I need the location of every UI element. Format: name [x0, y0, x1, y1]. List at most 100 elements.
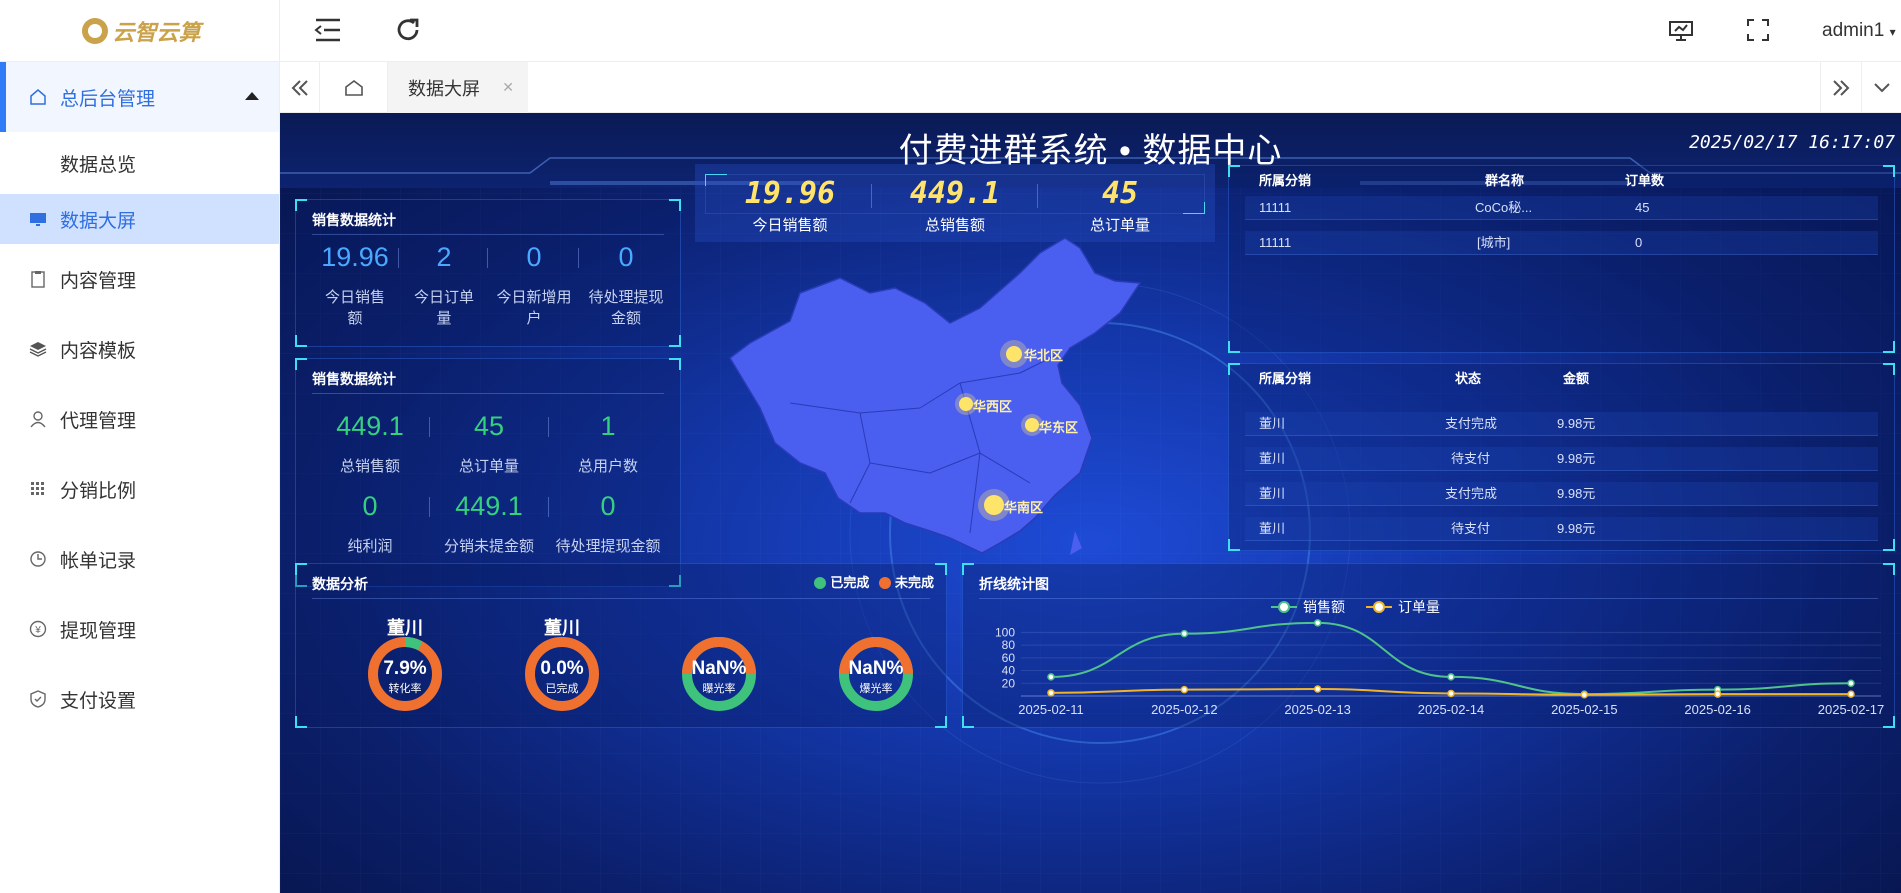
tab-label: 数据大屏 [408, 78, 480, 99]
x-tick-label: 2025-02-14 [1418, 702, 1485, 717]
legend-item[interactable]: 销售额 [1271, 599, 1345, 615]
center-total-orders: 45 总订单量 [1089, 176, 1150, 234]
sidebar-item-bills[interactable]: 帐单记录 [0, 524, 279, 594]
svg-text:¥: ¥ [34, 625, 41, 636]
logo[interactable]: 云智云算 [0, 0, 279, 62]
menu-fold-icon[interactable] [314, 18, 342, 47]
region-label-east: 华东区 [1039, 420, 1079, 435]
legend-item[interactable]: 订单量 [1366, 599, 1440, 615]
region-label-north: 华北区 [1024, 348, 1064, 363]
legend-marker [1278, 601, 1290, 613]
ring-value: 7.9% [383, 658, 427, 679]
x-tick-label: 2025-02-13 [1284, 702, 1351, 717]
screen-time: 2025/02/17 16:17:07 [1689, 132, 1895, 153]
sidebar-item-label: 提现管理 [60, 620, 137, 642]
data-point [1047, 673, 1055, 681]
home-tab-icon[interactable] [320, 62, 388, 113]
table-row: 董川 支付完成 9.98元 [1245, 482, 1878, 506]
region-label-south: 华南区 [1004, 500, 1044, 515]
refresh-icon[interactable] [394, 16, 422, 49]
x-tick-label: 2025-02-12 [1151, 702, 1218, 717]
center-stats-bar: 19.96 今日销售额 449.1 总销售额 45 总订单量 [695, 164, 1215, 242]
chevron-up-icon [245, 92, 259, 100]
sidebar-item-template[interactable]: 内容模板 [0, 314, 279, 384]
tabs-scroll-right-icon[interactable] [1820, 62, 1861, 113]
tab-data-screen[interactable]: 数据大屏 ✕ [388, 62, 528, 113]
sidebar-item-label: 内容管理 [60, 270, 137, 292]
tabs-scroll-left-icon[interactable] [280, 62, 320, 113]
sidebar-item-data-overview[interactable]: 数据总览 [0, 132, 279, 194]
top-bar: admin1 ▾ [280, 0, 1901, 62]
data-point [1847, 679, 1855, 688]
grid-icon [28, 479, 48, 499]
tabs-dropdown-icon[interactable] [1861, 62, 1901, 113]
line-chart-panel: 折线统计图 20 40 60 80 100 2025-02-11 2025-02-12 202… [962, 563, 1895, 728]
logo-icon [82, 17, 109, 44]
total-sales-stat: 449.1 总销售额 [336, 411, 404, 475]
user-menu[interactable]: admin1 ▾ [1822, 20, 1896, 42]
sidebar-item-agent[interactable]: 代理管理 [0, 384, 279, 454]
sidebar-item-label: 数据大屏 [60, 210, 137, 232]
table-header: 所属分销 状态 金额 [1259, 371, 1590, 386]
table-row: 董川 支付完成 9.98元 [1245, 412, 1878, 436]
screen-icon[interactable] [1668, 20, 1694, 47]
payment-status-table: 所属分销 状态 金额 董川 支付完成 9.98元 董川 待支付 9.98元 董川… [1228, 363, 1895, 551]
sidebar-item-label: 分销比例 [60, 480, 137, 502]
monitor-icon [28, 209, 48, 229]
sidebar-item-payment[interactable]: 支付设置 [0, 664, 279, 734]
center-total-sales: 449.1 总销售额 [909, 176, 1001, 234]
sidebar-item-label: 内容模板 [60, 340, 137, 362]
total-users-stat: 1 总用户数 [577, 411, 638, 475]
legend-marker [1373, 601, 1385, 613]
legend-label: 订单量 [1398, 599, 1440, 615]
data-point [1580, 690, 1589, 699]
panel-title: 销售数据统计 [312, 371, 396, 387]
region-label-west: 华西区 [973, 399, 1013, 414]
sidebar-item-admin[interactable]: 总后台管理 [0, 62, 279, 132]
ring-name: 董川 [544, 618, 580, 638]
sidebar-item-label: 数据总览 [60, 154, 137, 176]
logo-text: 云智云算 [112, 19, 201, 46]
data-point [1180, 685, 1189, 694]
layers-icon [28, 339, 48, 359]
today-new-users-stat: 0 今日新增用户 [496, 242, 572, 327]
close-icon[interactable]: ✕ [502, 79, 514, 96]
data-point [1847, 690, 1855, 698]
today-orders-stat: 2 今日订单量 [413, 242, 474, 327]
x-tick-label: 2025-02-16 [1684, 702, 1751, 717]
table-row: 11111 [城市] 0 [1245, 231, 1878, 255]
fullscreen-icon[interactable] [1746, 18, 1770, 47]
sidebar-item-data-screen[interactable]: 数据大屏 [0, 194, 279, 244]
ring-value: 0.0% [540, 658, 584, 679]
ring-name: 董川 [387, 618, 423, 638]
x-tick-label: 2025-02-17 [1818, 702, 1885, 717]
data-point [1713, 690, 1722, 698]
line-chart: 20406080100 2025-02-11 2025-02-12 2025-02-1… [995, 599, 1885, 717]
ring-caption: 爆光率 [859, 683, 893, 695]
ring-caption: 已完成 [545, 683, 579, 695]
ring-caption: 曝光率 [702, 683, 736, 695]
total-orders-stat: 45 总订单量 [458, 411, 519, 475]
sales-totals-panel: 销售数据统计 449.1 总销售额 45 总订单量 1 总用户数 0 纯利润 449.1… [295, 358, 681, 587]
y-tick-label: 100 [995, 625, 1015, 639]
sidebar-item-ratio[interactable]: 分销比例 [0, 454, 279, 524]
unwithdrawn-stat: 449.1 分销未提金额 [443, 491, 534, 555]
username: admin1 [1822, 20, 1885, 41]
sidebar-item-withdraw[interactable]: ¥ 提现管理 [0, 594, 279, 664]
group-orders-table: 所属分销 群名称 订单数 11111 CoCo秘... 45 11111 [城市… [1228, 165, 1895, 353]
ring-value: NaN% [691, 658, 747, 679]
sidebar-item-label: 支付设置 [60, 690, 137, 712]
data-analysis-panel: 数据分析 已完成 未完成 董川 董川 7.9% 转化率 0.0% 已完成 NaN… [295, 563, 947, 728]
user-icon [28, 409, 48, 429]
x-tick-label: 2025-02-11 [1018, 702, 1084, 717]
ring-value: NaN% [848, 658, 904, 679]
sidebar-item-content[interactable]: 内容管理 [0, 244, 279, 314]
data-point [1047, 689, 1055, 697]
pending-withdraw-total-stat: 0 待处理提现金额 [555, 491, 661, 555]
data-point [1447, 673, 1455, 681]
clipboard-icon [28, 269, 48, 289]
table-row: 11111 CoCo秘... 45 [1245, 196, 1878, 220]
table-row: 董川 待支付 9.98元 [1245, 447, 1878, 471]
shield-icon [28, 689, 48, 709]
today-sales-stat: 19.96 今日销售额 [321, 242, 389, 327]
